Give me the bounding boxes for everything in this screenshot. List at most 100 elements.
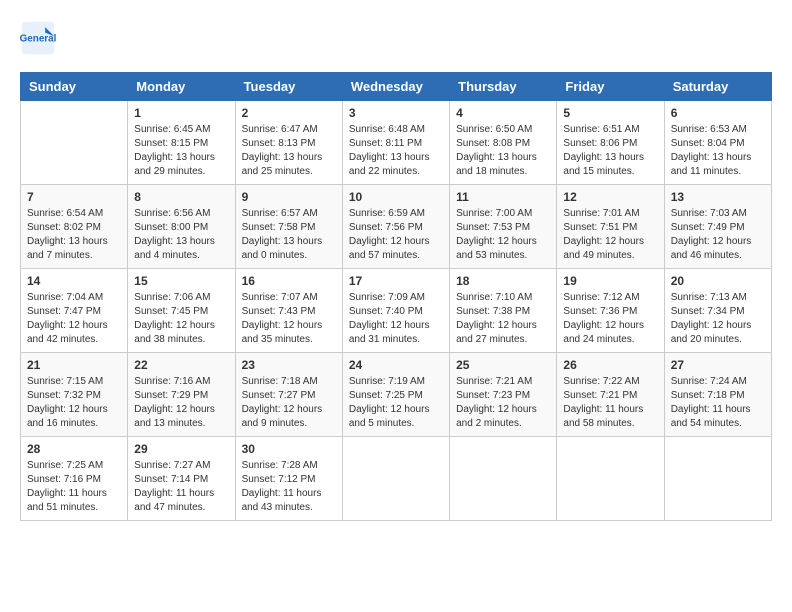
logo: General	[20, 20, 60, 56]
calendar-body: 1Sunrise: 6:45 AM Sunset: 8:15 PM Daylig…	[21, 101, 772, 521]
day-number: 26	[563, 358, 657, 372]
day-number: 10	[349, 190, 443, 204]
calendar-cell	[21, 101, 128, 185]
day-number: 27	[671, 358, 765, 372]
cell-content: Sunrise: 6:51 AM Sunset: 8:06 PM Dayligh…	[563, 123, 657, 179]
cell-content: Sunrise: 7:13 AM Sunset: 7:34 PM Dayligh…	[671, 291, 765, 347]
calendar-cell: 11Sunrise: 7:00 AM Sunset: 7:53 PM Dayli…	[450, 185, 557, 269]
day-number: 20	[671, 274, 765, 288]
calendar-cell: 12 Sunrise: 7:01 AM Sunset: 7:51 PM Dayli…	[557, 185, 664, 269]
day-number: 2	[242, 106, 336, 120]
calendar-cell: 3 Sunrise: 6:48 AM Sunset: 8:11 PM Daylig…	[342, 101, 449, 185]
calendar-cell: 20 Sunrise: 7:13 AM Sunset: 7:34 PM Dayli…	[664, 269, 771, 353]
calendar-cell: 2Sunrise: 6:47 AM Sunset: 8:13 PM Daylig…	[235, 101, 342, 185]
calendar-cell: 25 Sunrise: 7:21 AM Sunset: 7:23 PM Dayli…	[450, 353, 557, 437]
calendar-cell: 7 Sunrise: 6:54 AM Sunset: 8:02 PM Daylig…	[21, 185, 128, 269]
cell-content: Sunrise: 7:06 AM Sunset: 7:45 PM Dayligh…	[134, 291, 228, 347]
cell-content: Sunrise: 7:18 AM Sunset: 7:27 PM Dayligh…	[242, 375, 336, 431]
calendar-cell: 10 Sunrise: 6:59 AM Sunset: 7:56 PM Dayli…	[342, 185, 449, 269]
calendar-cell: 1Sunrise: 6:45 AM Sunset: 8:15 PM Daylig…	[128, 101, 235, 185]
calendar-cell: 28 Sunrise: 7:25 AM Sunset: 7:16 PM Dayli…	[21, 437, 128, 521]
header-sunday: Sunday	[21, 73, 128, 101]
cell-content: Sunrise: 6:50 AM Sunset: 8:08 PM Dayligh…	[456, 123, 550, 179]
cell-content: Sunrise: 7:12 AM Sunset: 7:36 PM Dayligh…	[563, 291, 657, 347]
day-number: 23	[242, 358, 336, 372]
cell-content: Sunrise: 6:48 AM Sunset: 8:11 PM Dayligh…	[349, 123, 443, 179]
calendar-cell: 27 Sunrise: 7:24 AM Sunset: 7:18 PM Dayli…	[664, 353, 771, 437]
cell-content: Sunrise: 6:57 AM Sunset: 7:58 PM Dayligh…	[242, 207, 336, 263]
calendar-cell: 9 Sunrise: 6:57 AM Sunset: 7:58 PM Daylig…	[235, 185, 342, 269]
calendar-cell: 8 Sunrise: 6:56 AM Sunset: 8:00 PM Daylig…	[128, 185, 235, 269]
day-number: 22	[134, 358, 228, 372]
page-header: General	[20, 20, 772, 56]
cell-content: Sunrise: 7:07 AM Sunset: 7:43 PM Dayligh…	[242, 291, 336, 347]
cell-content: Sunrise: 7:25 AM Sunset: 7:16 PM Dayligh…	[27, 459, 121, 515]
calendar-cell: 5Sunrise: 6:51 AM Sunset: 8:06 PM Daylig…	[557, 101, 664, 185]
cell-content: Sunrise: 7:21 AM Sunset: 7:23 PM Dayligh…	[456, 375, 550, 431]
day-number: 25	[456, 358, 550, 372]
day-number: 16	[242, 274, 336, 288]
calendar-cell: 4 Sunrise: 6:50 AM Sunset: 8:08 PM Daylig…	[450, 101, 557, 185]
header-saturday: Saturday	[664, 73, 771, 101]
cell-content: Sunrise: 6:56 AM Sunset: 8:00 PM Dayligh…	[134, 207, 228, 263]
header-friday: Friday	[557, 73, 664, 101]
calendar-cell: 22 Sunrise: 7:16 AM Sunset: 7:29 PM Dayli…	[128, 353, 235, 437]
day-number: 18	[456, 274, 550, 288]
calendar-cell	[450, 437, 557, 521]
day-number: 14	[27, 274, 121, 288]
calendar-cell: 6 Sunrise: 6:53 AM Sunset: 8:04 PM Daylig…	[664, 101, 771, 185]
cell-content: Sunrise: 7:04 AM Sunset: 7:47 PM Dayligh…	[27, 291, 121, 347]
day-number: 29	[134, 442, 228, 456]
calendar-cell: 24 Sunrise: 7:19 AM Sunset: 7:25 PM Dayli…	[342, 353, 449, 437]
calendar-cell	[557, 437, 664, 521]
day-number: 21	[27, 358, 121, 372]
calendar-cell: 15 Sunrise: 7:06 AM Sunset: 7:45 PM Dayli…	[128, 269, 235, 353]
cell-content: Sunrise: 7:28 AM Sunset: 7:12 PM Dayligh…	[242, 459, 336, 515]
day-number: 4	[456, 106, 550, 120]
svg-text:General: General	[20, 34, 56, 45]
cell-content: Sunrise: 6:54 AM Sunset: 8:02 PM Dayligh…	[27, 207, 121, 263]
cell-content: Sunrise: 7:03 AM Sunset: 7:49 PM Dayligh…	[671, 207, 765, 263]
logo-icon: General	[20, 20, 56, 56]
calendar-cell	[342, 437, 449, 521]
cell-content: Sunrise: 7:10 AM Sunset: 7:38 PM Dayligh…	[456, 291, 550, 347]
cell-content: Sunrise: 7:27 AM Sunset: 7:14 PM Dayligh…	[134, 459, 228, 515]
calendar-cell: 21 Sunrise: 7:15 AM Sunset: 7:32 PM Dayli…	[21, 353, 128, 437]
calendar-cell	[664, 437, 771, 521]
cell-content: Sunrise: 7:19 AM Sunset: 7:25 PM Dayligh…	[349, 375, 443, 431]
day-number: 24	[349, 358, 443, 372]
day-number: 19	[563, 274, 657, 288]
day-number: 3	[349, 106, 443, 120]
day-number: 28	[27, 442, 121, 456]
calendar-header: SundayMondayTuesdayWednesdayThursdayFrid…	[21, 73, 772, 101]
day-number: 1	[134, 106, 228, 120]
cell-content: Sunrise: 7:01 AM Sunset: 7:51 PM Dayligh…	[563, 207, 657, 263]
day-number: 12	[563, 190, 657, 204]
day-number: 6	[671, 106, 765, 120]
calendar-cell: 26 Sunrise: 7:22 AM Sunset: 7:21 PM Dayli…	[557, 353, 664, 437]
header-monday: Monday	[128, 73, 235, 101]
calendar-cell: 14 Sunrise: 7:04 AM Sunset: 7:47 PM Dayli…	[21, 269, 128, 353]
cell-content: Sunrise: 7:22 AM Sunset: 7:21 PM Dayligh…	[563, 375, 657, 431]
day-number: 7	[27, 190, 121, 204]
calendar-cell: 13 Sunrise: 7:03 AM Sunset: 7:49 PM Dayli…	[664, 185, 771, 269]
cell-content: Sunrise: 6:53 AM Sunset: 8:04 PM Dayligh…	[671, 123, 765, 179]
day-number: 17	[349, 274, 443, 288]
day-number: 8	[134, 190, 228, 204]
cell-content: Sunrise: 7:00 AM Sunset: 7:53 PM Dayligh…	[456, 207, 550, 263]
cell-content: Sunrise: 7:16 AM Sunset: 7:29 PM Dayligh…	[134, 375, 228, 431]
cell-content: Sunrise: 6:59 AM Sunset: 7:56 PM Dayligh…	[349, 207, 443, 263]
calendar-cell: 16 Sunrise: 7:07 AM Sunset: 7:43 PM Dayli…	[235, 269, 342, 353]
cell-content: Sunrise: 7:24 AM Sunset: 7:18 PM Dayligh…	[671, 375, 765, 431]
day-number: 15	[134, 274, 228, 288]
calendar-cell: 23 Sunrise: 7:18 AM Sunset: 7:27 PM Dayli…	[235, 353, 342, 437]
day-number: 13	[671, 190, 765, 204]
calendar-cell: 18 Sunrise: 7:10 AM Sunset: 7:38 PM Dayli…	[450, 269, 557, 353]
day-number: 30	[242, 442, 336, 456]
header-thursday: Thursday	[450, 73, 557, 101]
header-tuesday: Tuesday	[235, 73, 342, 101]
cell-content: Sunrise: 7:15 AM Sunset: 7:32 PM Dayligh…	[27, 375, 121, 431]
day-number: 9	[242, 190, 336, 204]
calendar-table: SundayMondayTuesdayWednesdayThursdayFrid…	[20, 72, 772, 521]
cell-content: Sunrise: 7:09 AM Sunset: 7:40 PM Dayligh…	[349, 291, 443, 347]
